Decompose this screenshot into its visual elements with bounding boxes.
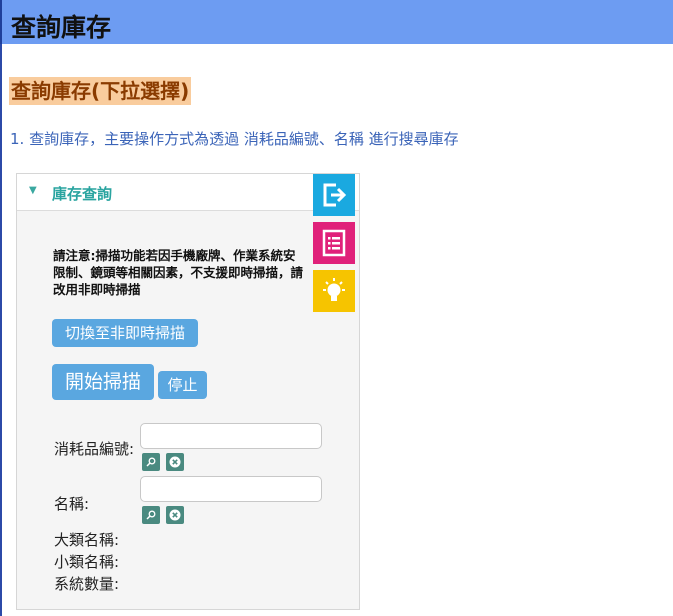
name-input[interactable]	[140, 476, 322, 502]
clear-icon	[169, 509, 181, 521]
list-icon	[322, 229, 346, 257]
item-number-clear-button[interactable]	[166, 453, 184, 471]
left-border	[0, 44, 2, 616]
lightbulb-icon	[323, 278, 345, 301]
name-clear-button[interactable]	[166, 506, 184, 524]
scan-notice: 請注意:掃描功能若因手機廠牌、作業系統安 限制、鏡頭等相關因素，不支援即時掃描，…	[53, 248, 304, 297]
search-icon	[146, 510, 156, 520]
subcategory-label: 小類名稱:	[54, 553, 120, 571]
name-search-button[interactable]	[142, 506, 160, 524]
search-icon	[146, 457, 156, 467]
inventory-query-panel: ▼ 庫存查詢 請注意:掃描功能若因手機廠牌、作業系統安 限制、鏡頭等相關因素，不…	[16, 173, 360, 610]
item-number-search-button[interactable]	[142, 453, 160, 471]
exit-button[interactable]	[313, 174, 355, 216]
stop-scan-button[interactable]: 停止	[158, 371, 207, 399]
system-quantity-label: 系統數量:	[54, 575, 120, 593]
collapse-caret-icon[interactable]: ▼	[29, 185, 37, 196]
instruction-text: 1. 查詢庫存，主要操作方式為透過 消耗品編號、名稱 進行搜尋庫存	[10, 130, 459, 148]
app-header: 查詢庫存	[0, 0, 673, 44]
item-number-label: 消耗品編號:	[54, 440, 135, 458]
panel-title: 庫存查詢	[52, 185, 113, 203]
clear-icon	[169, 456, 181, 468]
panel-header[interactable]: ▼ 庫存查詢	[17, 174, 359, 211]
exit-icon	[323, 183, 347, 207]
page-title: 查詢庫存	[11, 13, 112, 42]
name-label: 名稱:	[54, 495, 90, 513]
item-number-input[interactable]	[140, 423, 322, 449]
switch-mode-button[interactable]: 切換至非即時掃描	[52, 319, 198, 347]
category-label: 大類名稱:	[54, 531, 120, 549]
start-scan-button[interactable]: 開始掃描	[52, 364, 154, 400]
section-title: 查詢庫存(下拉選擇)	[9, 77, 192, 105]
